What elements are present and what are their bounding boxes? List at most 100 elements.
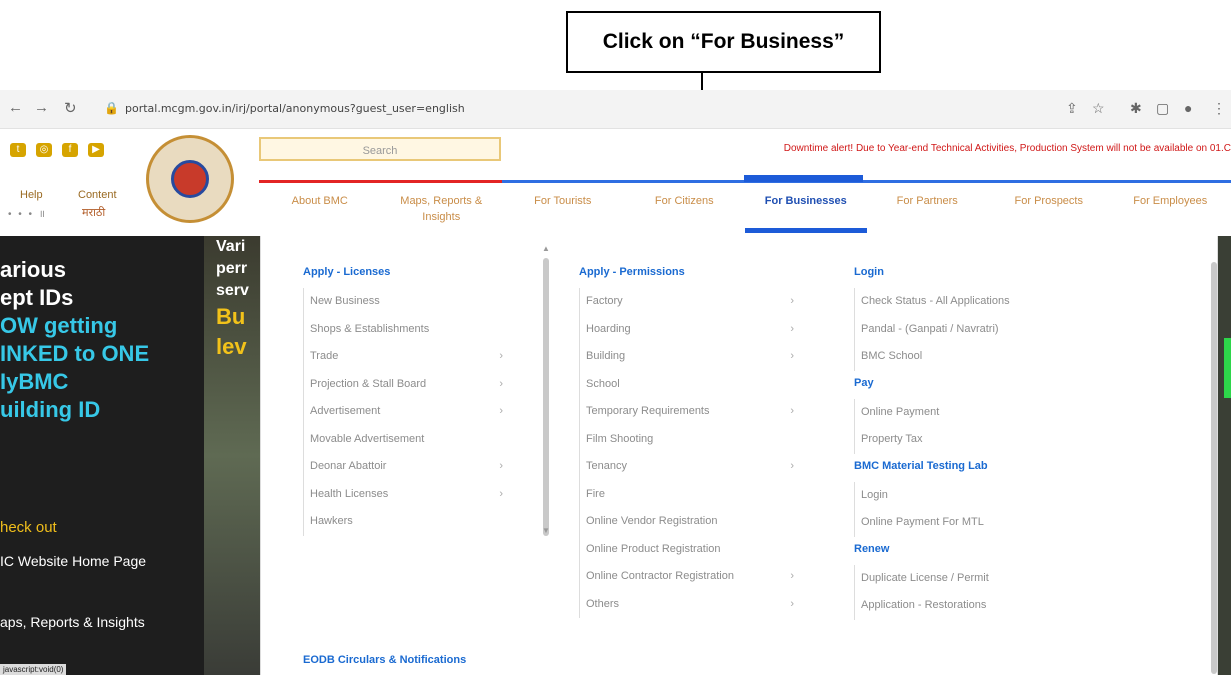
profile-icon[interactable]: ● bbox=[1184, 100, 1192, 116]
permission-item-tenancy[interactable]: Tenancy › bbox=[579, 453, 794, 481]
chevron-right-icon: › bbox=[499, 460, 503, 472]
permission-item-contractor-reg[interactable]: Online Contractor Registration › bbox=[579, 563, 794, 591]
item-label: Online Product Registration bbox=[586, 542, 721, 555]
renew-item-restorations[interactable]: Application - Restorations bbox=[854, 592, 1110, 620]
bmc-logo[interactable] bbox=[146, 135, 234, 223]
license-item-new-business[interactable]: New Business bbox=[303, 288, 503, 316]
hero-line: INKED to ONE bbox=[0, 341, 150, 366]
permission-item-hoarding[interactable]: Hoarding › bbox=[579, 315, 794, 343]
licenses-scrollbar[interactable] bbox=[543, 258, 549, 536]
permission-item-temporary[interactable]: Temporary Requirements › bbox=[579, 398, 794, 426]
maps-reports-link[interactable]: aps, Reports & Insights bbox=[0, 614, 145, 630]
license-item-trade[interactable]: Trade › bbox=[303, 343, 503, 371]
hero-partial-line: serv bbox=[216, 282, 249, 299]
chevron-right-icon: › bbox=[790, 405, 794, 417]
permission-item-school[interactable]: School bbox=[579, 370, 794, 398]
permissions-heading[interactable]: Apply - Permissions bbox=[579, 266, 794, 278]
hero-partial-line: Vari bbox=[216, 238, 246, 255]
chevron-right-icon: › bbox=[499, 487, 503, 500]
status-bar-url: javascript:void(0) bbox=[0, 664, 67, 675]
permission-item-others[interactable]: Others › bbox=[579, 590, 794, 618]
permission-item-fire[interactable]: Fire bbox=[579, 480, 794, 508]
extensions-icon[interactable]: ✱ bbox=[1130, 100, 1142, 117]
back-icon[interactable]: ← bbox=[8, 99, 23, 116]
menu-maps-reports[interactable]: Maps, Reports & Insights bbox=[381, 185, 503, 233]
help-link[interactable]: Help bbox=[20, 189, 43, 201]
twitter-icon[interactable]: t bbox=[10, 143, 26, 157]
chevron-right-icon: › bbox=[790, 350, 794, 362]
font-size-controls[interactable]: • • • ॥ bbox=[8, 206, 47, 220]
menu-for-partners[interactable]: For Partners bbox=[867, 185, 989, 233]
chevron-right-icon: › bbox=[790, 570, 794, 582]
forward-icon[interactable]: → bbox=[34, 99, 49, 116]
license-item-advertisement[interactable]: Advertisement › bbox=[303, 398, 503, 426]
pay-item-online-payment[interactable]: Online Payment bbox=[854, 398, 1110, 426]
permission-item-vendor-reg[interactable]: Online Vendor Registration bbox=[579, 508, 794, 536]
permission-item-film[interactable]: Film Shooting bbox=[579, 425, 794, 453]
item-label: Health Licenses bbox=[310, 487, 389, 500]
license-item-shops[interactable]: Shops & Establishments bbox=[303, 315, 503, 343]
renew-heading[interactable]: Renew bbox=[854, 543, 1110, 555]
scroll-up-icon[interactable]: ▲ bbox=[542, 244, 550, 253]
search-input[interactable]: Search bbox=[259, 137, 501, 161]
instagram-icon[interactable]: ◎ bbox=[36, 143, 52, 157]
pay-item-property-tax[interactable]: Property Tax bbox=[854, 426, 1110, 454]
hero-line: ept IDs bbox=[0, 285, 74, 310]
menu-for-tourists[interactable]: For Tourists bbox=[502, 185, 624, 233]
nav-accent-blue bbox=[502, 180, 1231, 183]
hero-line: uilding ID bbox=[0, 397, 101, 422]
share-icon[interactable]: ⇪ bbox=[1066, 100, 1078, 117]
youtube-icon[interactable]: ▶ bbox=[88, 143, 104, 157]
url-text[interactable]: portal.mcgm.gov.in/irj/portal/anonymous?… bbox=[125, 102, 465, 115]
login-item-check-status[interactable]: Check Status - All Applications bbox=[854, 288, 1110, 316]
license-item-hawkers[interactable]: Hawkers bbox=[303, 508, 503, 536]
bookmark-star-icon[interactable]: ☆ bbox=[1092, 100, 1105, 117]
permissions-column: Apply - Permissions Factory › Hoarding › B… bbox=[579, 266, 794, 618]
licenses-column: Apply - Licenses New Business Shops & Es… bbox=[303, 266, 503, 536]
menu-about-bmc[interactable]: About BMC bbox=[259, 185, 381, 233]
item-label: Factory bbox=[586, 295, 623, 307]
license-item-health[interactable]: Health Licenses › bbox=[303, 480, 503, 508]
menu-for-prospects[interactable]: For Prospects bbox=[988, 185, 1110, 233]
item-label: Trade bbox=[310, 350, 339, 362]
license-item-movable-ad[interactable]: Movable Advertisement bbox=[303, 425, 503, 453]
menu-kebab-icon[interactable]: ⋮ bbox=[1212, 100, 1226, 117]
lab-item-login[interactable]: Login bbox=[854, 481, 1110, 509]
green-side-button[interactable] bbox=[1224, 338, 1231, 398]
hero-partial-text: Vari perr serv Bu lev bbox=[216, 236, 249, 362]
permission-item-building[interactable]: Building › bbox=[579, 343, 794, 371]
dropdown-scrollbar[interactable] bbox=[1211, 262, 1217, 674]
licenses-heading[interactable]: Apply - Licenses bbox=[303, 266, 503, 278]
lab-heading[interactable]: BMC Material Testing Lab bbox=[854, 460, 1110, 472]
facebook-icon[interactable]: f bbox=[62, 143, 78, 157]
menu-for-employees[interactable]: For Employees bbox=[1110, 185, 1231, 233]
item-label: Temporary Requirements bbox=[586, 405, 710, 417]
item-label: New Business bbox=[310, 295, 380, 307]
permission-item-factory[interactable]: Factory › bbox=[579, 288, 794, 316]
login-item-bmc-school[interactable]: BMC School bbox=[854, 343, 1110, 371]
pay-heading[interactable]: Pay bbox=[854, 377, 1110, 389]
login-item-pandal[interactable]: Pandal - (Ganpati / Navratri) bbox=[854, 315, 1110, 343]
chevron-right-icon: › bbox=[499, 377, 503, 390]
menu-for-businesses[interactable]: For Businesses bbox=[745, 185, 867, 233]
sidepanel-icon[interactable]: ▢ bbox=[1156, 100, 1169, 117]
login-heading[interactable]: Login bbox=[854, 266, 1110, 278]
hero-line: arious bbox=[0, 257, 67, 282]
license-item-deonar[interactable]: Deonar Abattoir › bbox=[303, 453, 503, 481]
content-link[interactable]: Content bbox=[78, 189, 117, 201]
eodb-circulars-heading[interactable]: EODB Circulars & Notifications bbox=[303, 654, 466, 666]
scroll-down-icon[interactable]: ▼ bbox=[542, 526, 550, 535]
item-label: Hawkers bbox=[310, 515, 353, 527]
businesses-dropdown: Apply - Licenses New Business Shops & Es… bbox=[260, 236, 1218, 675]
nav-accent-red bbox=[259, 180, 502, 183]
item-label: Advertisement bbox=[310, 405, 381, 417]
marathi-link[interactable]: मराठी bbox=[82, 205, 105, 220]
license-item-projection[interactable]: Projection & Stall Board › bbox=[303, 370, 503, 398]
social-icons: t ◎ f ▶ bbox=[10, 143, 104, 157]
permission-item-product-reg[interactable]: Online Product Registration bbox=[579, 535, 794, 563]
renew-item-duplicate[interactable]: Duplicate License / Permit bbox=[854, 564, 1110, 592]
menu-for-citizens[interactable]: For Citizens bbox=[624, 185, 746, 233]
lab-item-online-payment-mtl[interactable]: Online Payment For MTL bbox=[854, 509, 1110, 537]
website-home-link[interactable]: IC Website Home Page bbox=[0, 553, 146, 569]
reload-icon[interactable]: ↻ bbox=[64, 99, 77, 117]
